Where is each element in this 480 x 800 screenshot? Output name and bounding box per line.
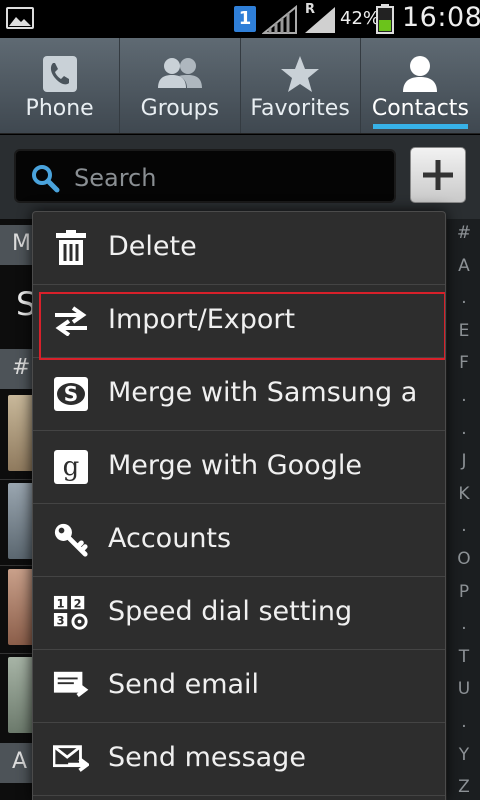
index-letter[interactable]: J [447, 451, 480, 471]
index-letter[interactable]: . [447, 712, 480, 732]
menu-item-label: Send email [108, 669, 260, 700]
phone-icon [0, 54, 119, 94]
signal-strength-icon [262, 5, 297, 34]
alphabet-index-bar[interactable]: # A. E F.. J K. O P. T U. Y Z [446, 219, 480, 800]
add-contact-button[interactable] [410, 147, 466, 203]
svg-text:g: g [63, 452, 80, 482]
menu-item-label: Accounts [108, 523, 232, 554]
sim-slot-icon: 1 [234, 6, 256, 32]
menu-item-accounts[interactable]: Accounts [33, 504, 445, 577]
status-bar: 1 R 42% 16:08 [0, 0, 480, 38]
index-letter[interactable]: # [447, 223, 480, 243]
menu-item-label: Merge with Samsung account [108, 377, 418, 408]
email-icon [53, 668, 89, 704]
options-menu: Delete Import/Export S Merge with Samsun… [32, 211, 446, 800]
google-icon: g [53, 449, 89, 485]
search-placeholder: Search [74, 164, 157, 192]
battery-percentage: 42% [340, 8, 381, 29]
menu-item-import-export[interactable]: Import/Export [33, 285, 445, 360]
menu-item-merge-samsung[interactable]: S Merge with Samsung account [33, 358, 445, 431]
search-icon [32, 165, 60, 193]
tab-groups-label: Groups [140, 96, 220, 121]
key-icon [53, 522, 89, 558]
status-time: 16:08 [402, 2, 480, 33]
index-letter[interactable]: A [447, 256, 480, 276]
plus-icon [423, 160, 453, 190]
gallery-notification-icon [6, 7, 34, 29]
menu-item-merge-google[interactable]: g Merge with Google [33, 431, 445, 504]
svg-text:2: 2 [74, 596, 82, 610]
tab-phone[interactable]: Phone [0, 38, 121, 133]
menu-item-label: Import/Export [108, 304, 296, 335]
index-letter[interactable]: . [447, 386, 480, 406]
roaming-indicator: R [305, 2, 316, 17]
svg-text:1: 1 [57, 596, 65, 610]
menu-item-send-message[interactable]: Send message [33, 723, 445, 796]
active-tab-indicator [372, 124, 468, 129]
index-letter[interactable]: . [447, 614, 480, 634]
menu-item-label: Speed dial setting [108, 596, 353, 627]
index-letter[interactable]: . [447, 419, 480, 439]
index-letter[interactable]: U [447, 679, 480, 699]
tab-contacts-label: Contacts [371, 96, 469, 121]
menu-item-label: Merge with Google [108, 450, 362, 481]
speed-dial-icon: 1 2 3 [53, 595, 89, 631]
menu-item-speed-dial[interactable]: 1 2 3 Speed dial setting [33, 577, 445, 650]
message-icon [53, 741, 89, 777]
battery-icon [376, 4, 394, 34]
search-input[interactable]: Search [14, 149, 396, 203]
svg-text:3: 3 [57, 613, 65, 627]
menu-item-label: Delete [108, 231, 197, 262]
tab-contacts[interactable]: Contacts [361, 38, 480, 133]
svg-text:S: S [64, 382, 78, 406]
index-letter[interactable]: . [447, 288, 480, 308]
index-letter[interactable]: K [447, 484, 480, 504]
trash-icon [53, 230, 89, 266]
index-letter[interactable]: E [447, 321, 480, 341]
index-letter[interactable]: P [447, 582, 480, 602]
search-row: Search [0, 135, 480, 219]
menu-item-label: Send message [108, 742, 306, 773]
tab-favorites[interactable]: Favorites [241, 38, 361, 133]
samsung-icon: S [53, 376, 89, 412]
groups-icon [120, 54, 239, 94]
index-letter[interactable]: Z [447, 777, 480, 797]
index-letter[interactable]: Y [447, 745, 480, 765]
contacts-tab-bar: Phone Groups Favorites Contacts [0, 38, 480, 134]
tab-phone-label: Phone [25, 96, 94, 121]
menu-item-send-email[interactable]: Send email [33, 650, 445, 723]
star-icon [241, 54, 360, 94]
index-letter[interactable]: O [447, 549, 480, 569]
index-letter[interactable]: . [447, 516, 480, 536]
import-export-icon [53, 303, 89, 339]
menu-item-delete[interactable]: Delete [33, 212, 445, 285]
tab-groups[interactable]: Groups [120, 38, 241, 133]
index-letter[interactable]: T [447, 647, 480, 667]
person-icon [361, 54, 480, 94]
index-letter[interactable]: F [447, 353, 480, 373]
tab-favorites-label: Favorites [250, 96, 350, 121]
